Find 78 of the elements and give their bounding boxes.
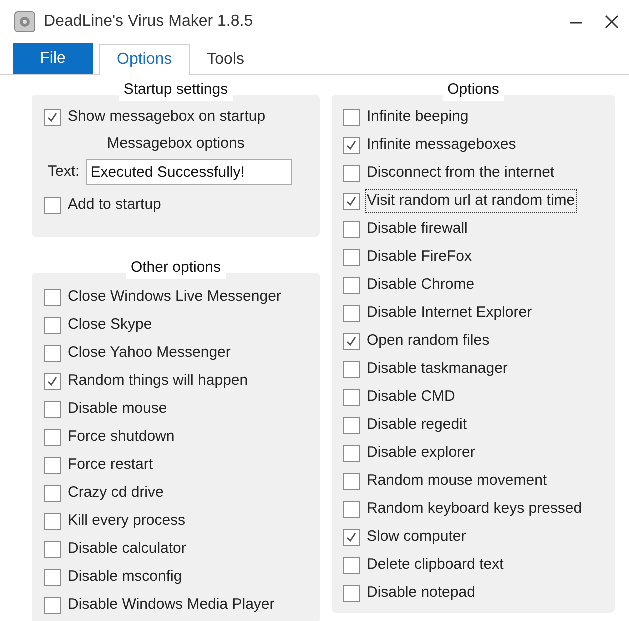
checkbox[interactable]: [343, 472, 360, 490]
checkbox-label[interactable]: Infinite beeping: [366, 106, 470, 128]
checkbox[interactable]: [343, 360, 360, 378]
tab[interactable]: Options: [99, 44, 190, 75]
checkbox[interactable]: [44, 568, 61, 586]
file-menu[interactable]: File: [13, 43, 93, 74]
checkbox[interactable]: [44, 456, 61, 474]
checkbox-label[interactable]: Random keyboard keys pressed: [366, 498, 584, 520]
checkbox[interactable]: [343, 136, 360, 154]
checkbox[interactable]: [44, 400, 61, 418]
checkbox[interactable]: [44, 428, 61, 446]
checkbox[interactable]: [343, 220, 360, 238]
checkbox[interactable]: [44, 316, 61, 334]
checkbox[interactable]: [343, 500, 360, 518]
check-icon: [346, 336, 357, 346]
checkbox-label[interactable]: Disable explorer: [366, 442, 476, 464]
checkbox-label[interactable]: Force restart: [67, 454, 154, 476]
checkbox[interactable]: [44, 596, 61, 614]
checkbox-label[interactable]: Disable taskmanager: [366, 358, 509, 380]
checkbox[interactable]: [44, 288, 61, 306]
checkbox-label[interactable]: Disable FireFox: [366, 246, 474, 268]
checkbox-label[interactable]: Disable calculator: [67, 538, 188, 560]
checkbox[interactable]: [343, 416, 360, 434]
checkbox-label[interactable]: Disable Windows Media Player: [67, 594, 276, 616]
checkbox[interactable]: [44, 372, 61, 390]
checkbox-label[interactable]: Disable msconfig: [67, 566, 184, 588]
checkbox-label[interactable]: Close Yahoo Messenger: [67, 342, 232, 364]
checkbox-label[interactable]: Close Windows Live Messenger: [67, 286, 282, 308]
checkbox[interactable]: [343, 304, 360, 322]
checkbox-label[interactable]: Disable Chrome: [366, 274, 476, 296]
checkbox-label[interactable]: Force shutdown: [67, 426, 176, 448]
checkbox-label[interactable]: Slow computer: [366, 526, 468, 548]
checkbox-label[interactable]: Show messagebox on startup: [67, 106, 267, 128]
checkbox-label[interactable]: Disable CMD: [366, 386, 456, 408]
checkbox-label[interactable]: Disconnect from the internet: [366, 162, 556, 184]
checkbox-label[interactable]: Crazy cd drive: [67, 482, 165, 504]
check-icon: [346, 532, 357, 542]
checkbox[interactable]: [343, 108, 360, 126]
checkbox-label[interactable]: Random things will happen: [67, 370, 250, 392]
checkbox[interactable]: [44, 344, 61, 362]
checkbox[interactable]: [343, 556, 360, 574]
checkbox-label[interactable]: Add to startup: [67, 194, 162, 216]
checkbox-label[interactable]: Delete clipboard text: [366, 554, 505, 576]
check-icon: [346, 196, 357, 206]
checkbox[interactable]: [343, 528, 360, 546]
checkbox-label[interactable]: Disable regedit: [366, 414, 468, 436]
check-icon: [47, 376, 58, 386]
check-icon: [346, 140, 357, 150]
text-input[interactable]: Executed Successfully!: [86, 159, 292, 185]
checkbox-label[interactable]: Close Skype: [67, 314, 154, 336]
checkbox[interactable]: [44, 196, 61, 214]
checkbox-label[interactable]: Infinite messageboxes: [366, 134, 518, 156]
checkbox-label[interactable]: Visit random url at random time: [366, 190, 576, 212]
checkbox-label[interactable]: Disable Internet Explorer: [366, 302, 534, 324]
checkbox[interactable]: [343, 248, 360, 266]
checkbox[interactable]: [343, 164, 360, 182]
close-icon[interactable]: [605, 15, 619, 29]
text-label: Text:: [48, 162, 80, 182]
checkbox-label[interactable]: Disable firewall: [366, 218, 469, 240]
checkbox[interactable]: [44, 484, 61, 502]
checkbox[interactable]: [343, 276, 360, 294]
checkbox-label[interactable]: Random mouse movement: [366, 470, 548, 492]
checkbox-label[interactable]: Disable notepad: [366, 582, 476, 604]
messagebox-options-label: Messagebox options: [107, 134, 245, 154]
checkbox[interactable]: [44, 108, 61, 126]
window-title: DeadLine's Virus Maker 1.8.5: [44, 12, 254, 32]
checkbox-label[interactable]: Kill every process: [67, 510, 187, 532]
checkbox[interactable]: [343, 584, 360, 602]
checkbox[interactable]: [44, 512, 61, 530]
checkbox[interactable]: [44, 540, 61, 558]
checkbox[interactable]: [343, 332, 360, 350]
checkbox[interactable]: [343, 444, 360, 462]
checkbox[interactable]: [343, 388, 360, 406]
checkbox-label[interactable]: Open random files: [366, 330, 491, 352]
tab[interactable]: Tools: [190, 44, 262, 75]
checkbox[interactable]: [343, 192, 360, 210]
checkbox-label[interactable]: Disable mouse: [67, 398, 168, 420]
check-icon: [47, 112, 58, 122]
